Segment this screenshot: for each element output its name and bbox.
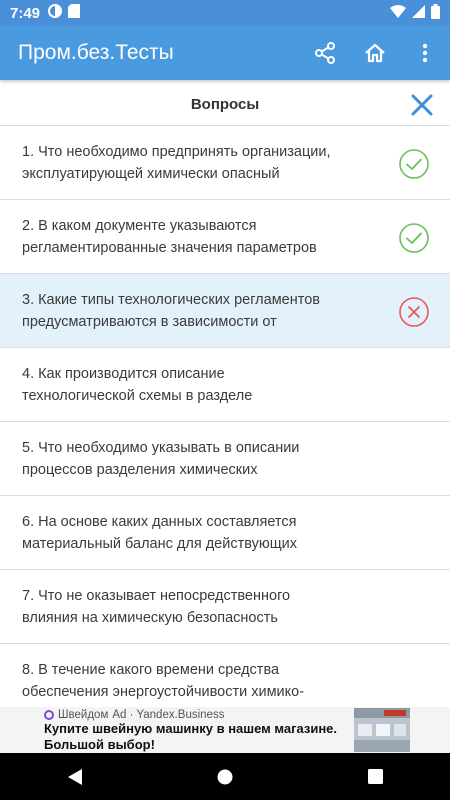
- back-triangle-icon: [68, 768, 82, 785]
- ad-headline: Купите швейную машинку в нашем магазине.…: [44, 721, 352, 753]
- question-line-1: В течение какого времени средства: [38, 661, 280, 678]
- question-text: 3. Какие типы технологических регламентов…: [22, 289, 372, 333]
- ad-content: Швейдом Ad · Yandex.Business Купите швей…: [0, 707, 352, 753]
- navigation-bar: [0, 753, 450, 800]
- question-line-2: предусматриваются в зависимости от: [22, 313, 277, 330]
- recents-button[interactable]: [355, 757, 395, 797]
- share-icon: [315, 42, 335, 64]
- question-item-5[interactable]: 5. Что необходимо указывать в описании пр…: [0, 422, 450, 496]
- question-text: 7. Что не оказывает непосредственного вли…: [22, 585, 372, 629]
- status-bar: 7:49: [0, 0, 450, 26]
- question-line-2: материальный баланс для действующих: [22, 535, 298, 552]
- question-text: 6. На основе каких данных составляется ма…: [22, 511, 372, 555]
- status-time: 7:49: [10, 4, 41, 22]
- question-text: 5. Что необходимо указывать в описании пр…: [22, 437, 372, 481]
- share-button[interactable]: [300, 26, 350, 80]
- more-vertical-icon: [422, 43, 428, 63]
- question-text: 1. Что необходимо предпринять организации…: [22, 141, 372, 185]
- question-number: 6.: [22, 513, 35, 530]
- recents-square-icon: [367, 769, 383, 784]
- correct-check-icon: [399, 223, 429, 253]
- dialog-header: Вопросы: [0, 84, 450, 126]
- ad-banner[interactable]: Швейдом Ad · Yandex.Business Купите швей…: [0, 707, 450, 753]
- question-line-1: В каком документе указываются: [38, 217, 257, 234]
- globe-icon: [44, 710, 54, 720]
- question-number: 7.: [22, 587, 35, 604]
- question-item-4[interactable]: 4. Как производится описание технологичес…: [0, 348, 450, 422]
- ad-label: Ad · Yandex.Business: [112, 709, 225, 721]
- question-number: 3.: [22, 291, 35, 308]
- close-button[interactable]: [408, 91, 436, 119]
- ad-headline-line-1: Купите швейную машинку в нашем магазине.: [44, 721, 338, 736]
- wrong-cross-icon: [399, 297, 429, 327]
- app-notification-icon: [48, 4, 63, 22]
- home-nav-button[interactable]: [205, 757, 245, 797]
- questions-list: 1. Что необходимо предпринять организации…: [0, 126, 450, 707]
- question-line-1: Какие типы технологических регламентов: [38, 291, 320, 308]
- back-button[interactable]: [55, 757, 95, 797]
- signal-icon: [412, 4, 425, 22]
- question-number: 8.: [22, 661, 35, 678]
- question-line-1: На основе каких данных составляется: [38, 513, 297, 530]
- app-title: Пром.без.Тесты: [18, 41, 174, 64]
- app-actions: [300, 26, 450, 80]
- question-item-2[interactable]: 2. В каком документе указываются регламен…: [0, 200, 450, 274]
- question-line-2: технологической схемы в разделе: [22, 387, 253, 404]
- ad-image[interactable]: [354, 708, 410, 752]
- battery-icon: [431, 3, 440, 23]
- question-line-2: влияния на химическую безопасность: [22, 609, 278, 626]
- question-number: 1.: [22, 143, 35, 160]
- correct-check-icon: [399, 149, 429, 179]
- question-line-2: обеспечения энергоустойчивости химико-: [22, 683, 305, 700]
- question-item-6[interactable]: 6. На основе каких данных составляется ма…: [0, 496, 450, 570]
- status-right-icons: [390, 3, 440, 23]
- overflow-menu-button[interactable]: [400, 26, 450, 80]
- question-text: 8. В течение какого времени средства обес…: [22, 659, 372, 703]
- dialog-title: Вопросы: [190, 96, 260, 113]
- home-circle-icon: [217, 769, 233, 784]
- question-line-2: процессов разделения химических: [22, 461, 258, 478]
- question-line-1: Что необходимо указывать в описании: [38, 439, 300, 456]
- question-number: 2.: [22, 217, 35, 234]
- question-item-1[interactable]: 1. Что необходимо предпринять организации…: [0, 126, 450, 200]
- ad-source: Швейдом Ad · Yandex.Business: [44, 709, 352, 721]
- question-line-1: Что необходимо предпринять организации,: [38, 143, 331, 160]
- ad-brand: Швейдом: [58, 709, 109, 721]
- question-number: 5.: [22, 439, 35, 456]
- question-line-1: Что не оказывает непосредственного: [38, 587, 291, 604]
- app-bar: Пром.без.Тесты: [0, 26, 450, 80]
- question-text: 4. Как производится описание технологичес…: [22, 363, 372, 407]
- question-item-7[interactable]: 7. Что не оказывает непосредственного вли…: [0, 570, 450, 644]
- question-line-1: Как производится описание: [38, 365, 225, 382]
- sd-card-icon: [68, 4, 81, 22]
- ad-headline-line-2: Большой выбор!: [44, 737, 155, 752]
- home-button[interactable]: [350, 26, 400, 80]
- close-icon: [411, 94, 433, 116]
- home-icon: [365, 43, 385, 63]
- question-line-2: эксплуатирующей химически опасный: [22, 165, 280, 182]
- question-line-2: регламентированные значения параметров: [22, 239, 317, 256]
- question-text: 2. В каком документе указываются регламен…: [22, 215, 372, 259]
- question-item-8[interactable]: 8. В течение какого времени средства обес…: [0, 644, 450, 707]
- question-item-3[interactable]: 3. Какие типы технологических регламентов…: [0, 274, 450, 348]
- question-number: 4.: [22, 365, 35, 382]
- wifi-icon: [390, 4, 406, 22]
